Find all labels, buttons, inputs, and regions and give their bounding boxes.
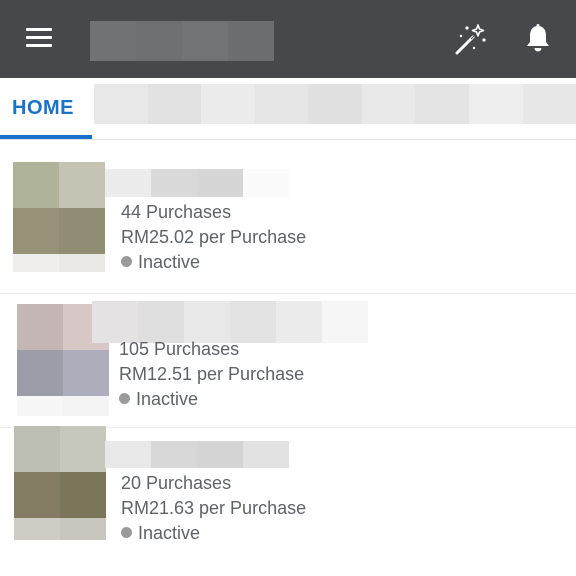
status-indicator: Inactive bbox=[121, 252, 200, 273]
active-tab-indicator bbox=[0, 135, 92, 139]
status-dot bbox=[121, 527, 132, 538]
product-thumbnail bbox=[13, 162, 105, 272]
price-per-purchase: RM21.63 per Purchase bbox=[121, 498, 307, 518]
product-thumbnail bbox=[14, 426, 106, 540]
purchase-count: 105 Purchases bbox=[119, 339, 240, 359]
tabs-redacted[interactable] bbox=[94, 84, 576, 124]
app-bar bbox=[0, 0, 576, 78]
list-item[interactable]: 44 Purchases RM25.02 per Purchase Inacti… bbox=[0, 141, 576, 294]
tab-home[interactable]: HOME bbox=[0, 78, 92, 139]
product-name-redacted bbox=[105, 169, 289, 197]
product-name-redacted bbox=[105, 441, 289, 468]
price-per-purchase: RM12.51 per Purchase bbox=[119, 364, 305, 384]
status-indicator: Inactive bbox=[121, 523, 200, 544]
hamburger-menu-icon[interactable] bbox=[24, 24, 56, 54]
tab-home-label: HOME bbox=[12, 97, 74, 119]
status-dot bbox=[119, 393, 130, 404]
price-per-purchase: RM25.02 per Purchase bbox=[121, 227, 307, 247]
tab-bar: HOME bbox=[0, 78, 576, 140]
status-label: Inactive bbox=[138, 523, 201, 543]
magic-wand-icon[interactable] bbox=[452, 22, 488, 58]
list-item[interactable]: 105 Purchases RM12.51 per Purchase Inact… bbox=[0, 294, 576, 428]
status-dot bbox=[121, 256, 132, 267]
product-name-redacted bbox=[92, 301, 368, 343]
status-label: Inactive bbox=[136, 389, 199, 409]
purchase-count: 44 Purchases bbox=[121, 202, 232, 222]
status-label: Inactive bbox=[138, 252, 201, 272]
notification-bell-icon[interactable] bbox=[521, 22, 555, 56]
status-indicator: Inactive bbox=[119, 389, 198, 410]
app-title-redacted bbox=[90, 21, 274, 61]
purchase-count: 20 Purchases bbox=[121, 473, 232, 493]
list-item[interactable]: 20 Purchases RM21.63 per Purchase Inacti… bbox=[0, 426, 576, 576]
